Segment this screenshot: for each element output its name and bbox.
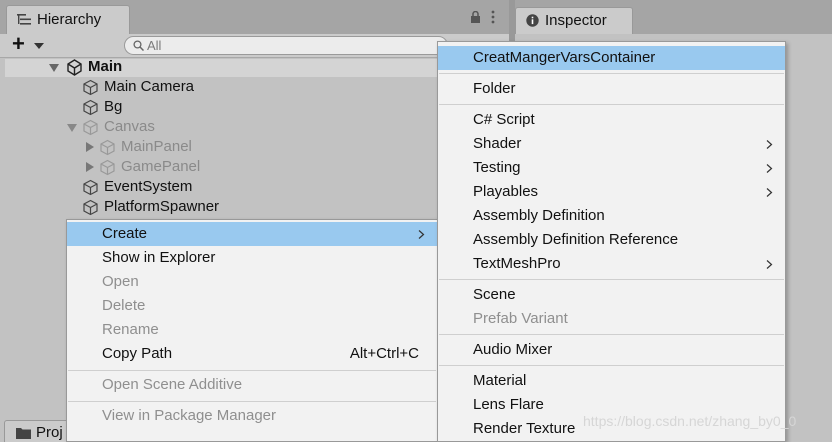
menu-item-view-in-package-manager: View in Package Manager [67,404,437,428]
expand-arrow-icon[interactable] [67,124,77,132]
menu-item-folder[interactable]: Folder [438,77,785,101]
menu-item-create[interactable]: Create [67,222,437,246]
chevron-right-icon [766,188,773,197]
add-object-button[interactable]: + [12,32,48,56]
tab-project-label: Proj [36,424,63,441]
menu-separator [439,365,784,366]
gameobject-cube-icon [83,119,98,136]
menu-item-label: Render Texture [473,420,576,437]
tab-hierarchy[interactable]: Hierarchy [6,5,130,34]
menu-item-csharp-script[interactable]: C# Script [438,108,785,132]
menu-separator [439,334,784,335]
menu-item-show-in-explorer[interactable]: Show in Explorer [67,246,437,270]
menu-item-label: Copy Path [102,345,173,362]
menu-item-label: Folder [473,80,516,97]
menu-item-label: Show in Explorer [102,249,216,266]
chevron-right-icon [766,260,773,269]
hierarchy-search[interactable] [124,36,448,55]
gameobject-cube-icon [83,79,98,96]
menu-item-testing[interactable]: Testing [438,156,785,180]
collapse-arrow-icon[interactable] [86,142,94,152]
gameobject-cube-icon [100,159,115,176]
menu-item-material[interactable]: Material [438,369,785,393]
lock-icon[interactable] [470,11,481,23]
menu-item-shader[interactable]: Shader [438,132,785,156]
watermark-text: https://blog.csdn.net/zhang_by0_0 [583,413,797,429]
gameobject-cube-icon [100,139,115,156]
tab-project[interactable]: Proj [4,420,74,442]
unity-scene-icon [67,59,82,76]
search-input[interactable] [147,38,437,53]
chevron-right-icon [766,140,773,149]
menu-separator [439,104,784,105]
plus-icon: + [12,31,25,56]
menu-item-label: Prefab Variant [473,310,568,327]
menu-item-label: Create [102,225,148,242]
menu-separator [68,370,436,371]
tree-item-label: Bg [104,98,123,115]
kebab-menu-icon[interactable] [490,10,496,24]
menu-item-assembly-definition[interactable]: Assembly Definition [438,204,785,228]
gameobject-cube-icon [83,99,98,116]
gameobject-cube-icon [83,199,98,216]
menu-item-label: TextMeshPro [473,255,561,272]
tree-item-label: EventSystem [104,178,193,195]
tree-item-label: Canvas [104,118,155,135]
menu-separator [439,279,784,280]
menu-item-label: C# Script [473,111,535,128]
shortcut-label: Alt+Ctrl+C [349,345,419,362]
tree-item-label: MainPanel [121,138,192,155]
menu-item-playables[interactable]: Playables [438,180,785,204]
menu-item-textmeshpro[interactable]: TextMeshPro [438,252,785,276]
menu-item-open: Open [67,270,437,294]
tab-inspector[interactable]: Inspector [515,7,633,34]
menu-item-scene[interactable]: Scene [438,283,785,307]
menu-item-label: Open [102,273,139,290]
menu-item-rename: Rename [67,318,437,342]
menu-item-label: Shader [473,135,522,152]
editor-tab-strip: Hierarchy Inspector [0,0,832,34]
menu-separator [68,401,436,402]
tab-hierarchy-label: Hierarchy [37,11,102,28]
scene-label: Main [88,58,123,75]
menu-item-label: Open Scene Additive [102,376,243,393]
menu-item-label: View in Package Manager [102,407,276,424]
tree-item-label: Main Camera [104,78,195,95]
menu-item-audio-mixer[interactable]: Audio Mixer [438,338,785,362]
menu-item-label: Scene [473,286,516,303]
create-submenu: CreatMangerVarsContainer Folder C# Scrip… [437,41,786,442]
collapse-arrow-icon[interactable] [86,162,94,172]
hierarchy-list-icon [17,14,31,25]
chevron-right-icon [766,164,773,173]
menu-item-assembly-definition-reference[interactable]: Assembly Definition Reference [438,228,785,252]
menu-item-label: Material [473,372,527,389]
chevron-down-icon [34,43,44,49]
tree-item-label: PlatformSpawner [104,198,220,215]
menu-item-label: Delete [102,297,146,314]
tree-item-label: GamePanel [121,158,201,175]
menu-item-open-scene-additive: Open Scene Additive [67,373,437,397]
menu-item-label: Lens Flare [473,396,544,413]
menu-item-label: CreatMangerVarsContainer [473,49,656,66]
menu-item-label: Rename [102,321,159,338]
info-icon [526,14,539,27]
menu-item-label: Assembly Definition Reference [473,231,679,248]
chevron-right-icon [418,230,425,239]
context-menu: Create Show in Explorer Open Delete Rena… [66,219,438,442]
folder-icon [16,428,31,439]
menu-item-label: Audio Mixer [473,341,553,358]
gameobject-cube-icon [83,179,98,196]
hierarchy-toolbar: + [0,32,509,58]
menu-item-label: Assembly Definition [473,207,605,224]
menu-item-copy-path[interactable]: Copy Path Alt+Ctrl+C [67,342,437,366]
menu-item-creat-manger-vars-container[interactable]: CreatMangerVarsContainer [438,46,785,70]
tab-inspector-label: Inspector [545,12,607,29]
menu-item-prefab-variant: Prefab Variant [438,307,785,331]
search-icon [133,40,144,51]
menu-item-label: Testing [473,159,521,176]
menu-item-label: Playables [473,183,539,200]
expand-arrow-icon[interactable] [49,64,59,72]
menu-separator [439,73,784,74]
menu-item-delete: Delete [67,294,437,318]
